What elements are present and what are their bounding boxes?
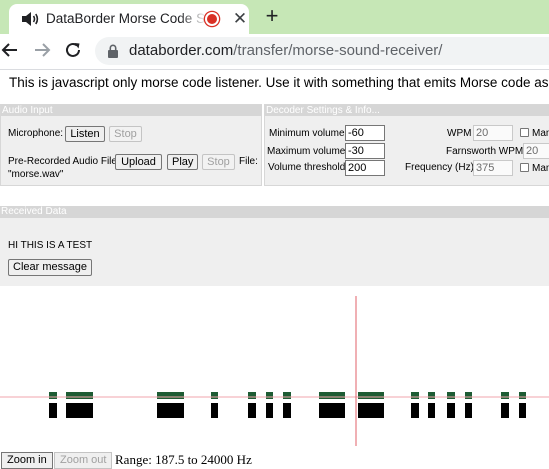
farnsworth-input[interactable] bbox=[523, 143, 549, 159]
manual-wpm-label: Man bbox=[532, 128, 549, 139]
range-text: Range: 187.5 to 24000 Hz bbox=[115, 452, 252, 467]
signal-bar-top bbox=[501, 392, 509, 399]
signal-bar-top bbox=[248, 392, 256, 399]
volume-threshold-label: Volume threshold bbox=[268, 162, 346, 173]
signal-bar-bottom bbox=[447, 403, 455, 418]
signal-bar-bottom bbox=[501, 403, 509, 418]
audio-input-panel: Audio Input Microphone: Listen Stop Pre-… bbox=[0, 104, 262, 186]
tab-close-icon[interactable]: ✕ bbox=[231, 10, 249, 28]
file-label: File: bbox=[239, 156, 258, 167]
manual-frequency-label: Man bbox=[532, 163, 549, 174]
signal-bar-bottom bbox=[248, 403, 256, 418]
received-data-header: Received Data bbox=[0, 206, 549, 218]
audio-input-header: Audio Input bbox=[1, 105, 262, 116]
microphone-label: Microphone: bbox=[8, 128, 64, 139]
max-volume-input[interactable] bbox=[345, 143, 385, 159]
signal-bar-top bbox=[465, 392, 472, 399]
toolbar-divider bbox=[0, 69, 549, 70]
play-button[interactable]: Play bbox=[167, 154, 198, 170]
decoder-settings-header: Decoder Settings & Info... bbox=[265, 105, 549, 116]
wpm-input[interactable] bbox=[473, 125, 513, 141]
zoom-out-button[interactable]: Zoom out bbox=[54, 452, 113, 469]
signal-bar-bottom bbox=[411, 403, 419, 418]
signal-bar-bottom bbox=[211, 403, 218, 418]
spectrogram-background bbox=[0, 296, 549, 446]
wpm-label: WPM bbox=[447, 128, 472, 139]
signal-bar-top bbox=[211, 392, 218, 399]
recording-indicator-icon bbox=[207, 14, 217, 24]
frequency-input[interactable] bbox=[473, 160, 513, 176]
signal-bar-top bbox=[447, 392, 455, 399]
stop-play-button[interactable]: Stop bbox=[202, 154, 235, 170]
signal-bar-top bbox=[266, 392, 273, 399]
max-volume-label: Maximum volume bbox=[267, 146, 346, 157]
min-volume-label: Minimum volume bbox=[269, 128, 345, 139]
manual-wpm-checkbox[interactable] bbox=[520, 128, 529, 137]
signal-bar-top bbox=[319, 392, 345, 399]
farnsworth-label: Farnsworth WPM bbox=[446, 146, 524, 157]
signal-bar-bottom bbox=[157, 403, 184, 418]
signal-bar-top bbox=[157, 392, 184, 399]
signal-bar-bottom bbox=[358, 403, 384, 418]
forward-arrow-icon[interactable] bbox=[30, 39, 52, 61]
spectrogram bbox=[0, 296, 549, 446]
tab-strip: DataBorder Morse Code Sou ✕ + bbox=[0, 0, 549, 34]
new-tab-button[interactable]: + bbox=[262, 5, 282, 27]
intro-text: This is javascript only morse code liste… bbox=[9, 75, 549, 90]
clear-message-button[interactable]: Clear message bbox=[8, 259, 92, 276]
prerecorded-label: Pre-Recorded Audio File bbox=[8, 156, 117, 167]
signal-bar-bottom bbox=[465, 403, 472, 418]
tab-title-fade bbox=[179, 8, 207, 30]
signal-bar-bottom bbox=[519, 403, 526, 418]
signal-bar-top bbox=[428, 392, 435, 399]
upload-button[interactable]: Upload bbox=[115, 154, 162, 170]
back-arrow-icon[interactable] bbox=[0, 39, 22, 61]
frequency-label: Frequency (Hz) bbox=[405, 162, 474, 173]
url-host: databorder.com bbox=[129, 42, 234, 59]
signal-bar-bottom bbox=[283, 403, 291, 418]
volume-threshold-input[interactable] bbox=[345, 160, 385, 176]
signal-bar-top bbox=[49, 392, 57, 399]
zoom-in-button[interactable]: Zoom in bbox=[1, 452, 53, 469]
manual-frequency-checkbox[interactable] bbox=[520, 163, 529, 172]
min-volume-input[interactable] bbox=[345, 125, 385, 141]
address-bar[interactable]: databorder.com/transfer/morse-sound-rece… bbox=[95, 37, 549, 65]
signal-bar-top bbox=[66, 392, 93, 399]
signal-bar-top bbox=[411, 392, 419, 399]
url-text: databorder.com/transfer/morse-sound-rece… bbox=[129, 42, 442, 59]
browser-toolbar: databorder.com/transfer/morse-sound-rece… bbox=[0, 34, 549, 69]
listen-button[interactable]: Listen bbox=[65, 126, 105, 142]
decoder-settings-panel: Decoder Settings & Info... Minimum volum… bbox=[264, 104, 549, 186]
signal-bar-bottom bbox=[428, 403, 435, 418]
signal-bar-bottom bbox=[66, 403, 93, 418]
received-message: HI THIS IS A TEST bbox=[8, 240, 93, 251]
file-name: "morse.wav" bbox=[8, 169, 64, 180]
url-path: /transfer/morse-sound-receiver/ bbox=[233, 42, 443, 59]
signal-bar-top bbox=[283, 392, 291, 399]
signal-bar-top bbox=[519, 392, 526, 399]
stop-listen-button[interactable]: Stop bbox=[109, 126, 142, 142]
signal-bar-top bbox=[358, 392, 384, 399]
browser-tab[interactable]: DataBorder Morse Code Sou ✕ bbox=[9, 4, 249, 34]
signal-bar-bottom bbox=[319, 403, 345, 418]
signal-bar-bottom bbox=[266, 403, 273, 418]
signal-bar-bottom bbox=[49, 403, 57, 418]
reload-icon[interactable] bbox=[62, 39, 84, 61]
lock-icon bbox=[108, 44, 118, 58]
speaker-icon bbox=[22, 12, 39, 26]
